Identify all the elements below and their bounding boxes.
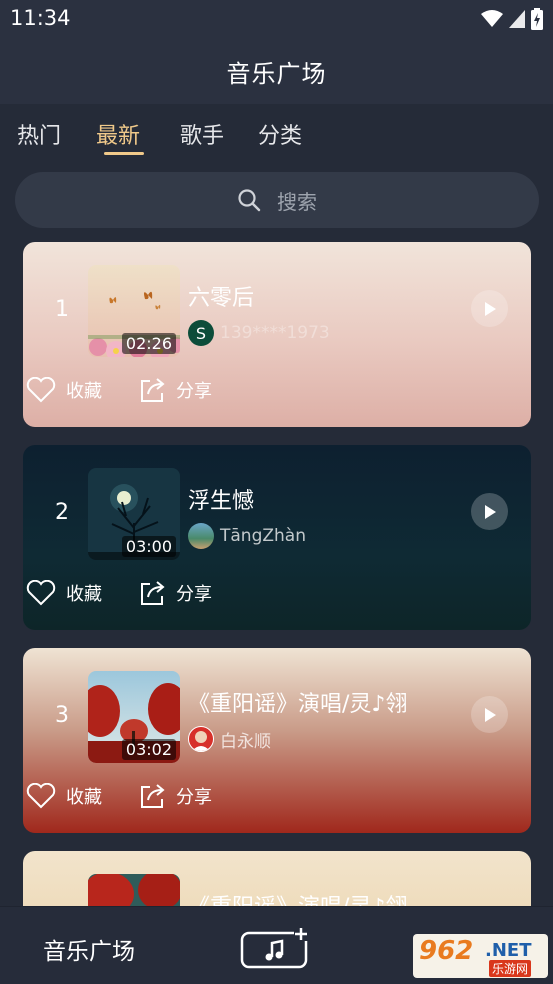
heart-icon [26, 783, 56, 809]
wifi-icon [481, 10, 503, 27]
song-title[interactable]: 《重阳谣》演唱/灵♪翎 [188, 686, 407, 718]
avatar: S [188, 320, 214, 346]
search-placeholder: 搜索 [277, 189, 317, 214]
add-music-icon[interactable] [240, 927, 310, 969]
uploader[interactable]: S 139****1973 [188, 320, 330, 346]
play-icon [484, 504, 496, 519]
watermark-sub: 乐游网 [489, 960, 532, 977]
song-rank: 1 [55, 297, 69, 322]
search-bar[interactable]: 搜索 [15, 172, 539, 228]
person-photo-icon [192, 731, 210, 751]
tab-bar: 热门 最新 歌手 分类 [0, 104, 553, 164]
uploader-name: 139****1973 [220, 323, 330, 343]
signal-icon [509, 10, 525, 28]
favorite-label: 收藏 [66, 381, 102, 402]
song-card[interactable]: 1 02:26 六零后 S 139****1973 收藏 分享 [23, 242, 531, 427]
song-card[interactable]: 2 03:00 浮生憾 TāngZhàn 收藏 分享 [23, 445, 531, 630]
song-cover[interactable]: 02:26 [88, 265, 180, 357]
share-label: 分享 [176, 381, 212, 402]
share-label: 分享 [176, 584, 212, 605]
song-rank: 2 [55, 500, 69, 525]
song-card[interactable]: 3 03:02 《重阳谣》演唱/灵♪翎 白永顺 收藏 分享 [23, 648, 531, 833]
play-icon [484, 301, 496, 316]
uploader-name: TāngZhàn [220, 526, 306, 546]
share-icon [141, 581, 165, 605]
share-icon [141, 378, 165, 402]
song-cover[interactable]: 03:00 [88, 468, 180, 560]
favorite-button[interactable]: 收藏 [26, 783, 102, 809]
share-button[interactable]: 分享 [138, 782, 212, 810]
page-title: 音乐广场 [226, 59, 327, 88]
share-button[interactable]: 分享 [138, 376, 212, 404]
tab-singer[interactable]: 歌手 [180, 118, 224, 150]
favorite-button[interactable]: 收藏 [26, 580, 102, 606]
avatar [188, 726, 214, 752]
status-bar: 11:34 [0, 0, 553, 38]
uploader[interactable]: 白永顺 [188, 726, 271, 752]
favorite-label: 收藏 [66, 787, 102, 808]
tab-hot[interactable]: 热门 [17, 118, 61, 150]
heart-icon [26, 580, 56, 606]
song-duration: 02:26 [121, 333, 176, 354]
share-icon [141, 784, 165, 808]
tab-latest[interactable]: 最新 [96, 118, 140, 150]
card-actions: 收藏 分享 [26, 781, 248, 811]
play-icon [484, 707, 496, 722]
site-watermark-logo: 962 .NET 乐游网 [413, 934, 548, 978]
nav-music-square[interactable]: 音乐广场 [43, 932, 135, 966]
favorite-button[interactable]: 收藏 [26, 377, 102, 403]
search-icon [238, 189, 261, 212]
share-label: 分享 [176, 787, 212, 808]
avatar [188, 523, 214, 549]
status-time: 11:34 [10, 6, 71, 30]
song-rank: 3 [55, 703, 69, 728]
status-icons [481, 8, 543, 30]
song-duration: 03:02 [121, 739, 176, 760]
song-title[interactable]: 六零后 [188, 280, 254, 312]
tab-category[interactable]: 分类 [258, 118, 302, 150]
active-tab-indicator [104, 152, 144, 155]
play-button[interactable] [471, 290, 508, 327]
watermark-net: .NET [485, 940, 532, 961]
watermark-number: 962 [419, 936, 474, 966]
play-button[interactable] [471, 696, 508, 733]
uploader-name: 白永顺 [220, 731, 271, 752]
song-title[interactable]: 浮生憾 [188, 483, 254, 515]
song-cover[interactable]: 03:02 [88, 671, 180, 763]
heart-icon [26, 377, 56, 403]
favorite-label: 收藏 [66, 584, 102, 605]
avatar-letter: S [195, 323, 207, 343]
battery-icon [531, 8, 543, 30]
uploader[interactable]: TāngZhàn [188, 523, 306, 549]
song-duration: 03:00 [121, 536, 176, 557]
title-bar: 音乐广场 [0, 38, 553, 104]
share-button[interactable]: 分享 [138, 579, 212, 607]
card-actions: 收藏 分享 [26, 375, 248, 405]
card-actions: 收藏 分享 [26, 578, 248, 608]
play-button[interactable] [471, 493, 508, 530]
